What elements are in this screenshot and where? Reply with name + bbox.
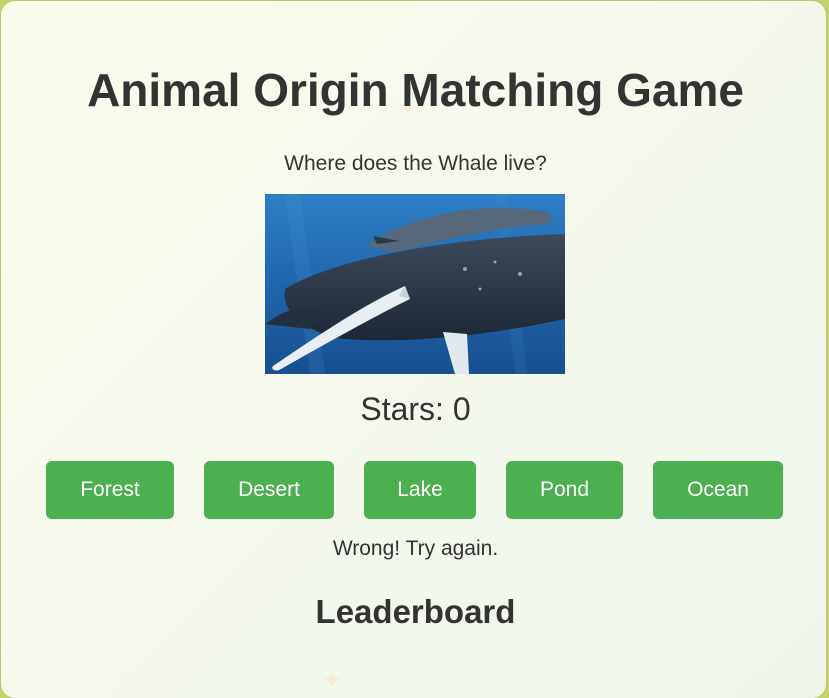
question-text: Where does the Whale live? xyxy=(284,152,547,175)
choice-button-ocean[interactable]: Ocean xyxy=(653,461,783,519)
game-card: ✦ ✦ Animal Origin Matching Game Where do… xyxy=(1,1,826,698)
choice-button-desert[interactable]: Desert xyxy=(204,461,334,519)
choice-button-lake[interactable]: Lake xyxy=(364,461,476,519)
sparkle-icon: ✦ xyxy=(321,665,343,695)
choice-button-pond[interactable]: Pond xyxy=(506,461,623,519)
game-title: Animal Origin Matching Game xyxy=(87,64,744,116)
feedback-message: Wrong! Try again. xyxy=(332,537,499,560)
whale-image xyxy=(265,194,565,374)
choice-button-forest[interactable]: Forest xyxy=(46,461,174,519)
stars-counter: Stars: 0 xyxy=(360,391,471,427)
leaderboard-heading: Leaderboard xyxy=(315,593,516,630)
